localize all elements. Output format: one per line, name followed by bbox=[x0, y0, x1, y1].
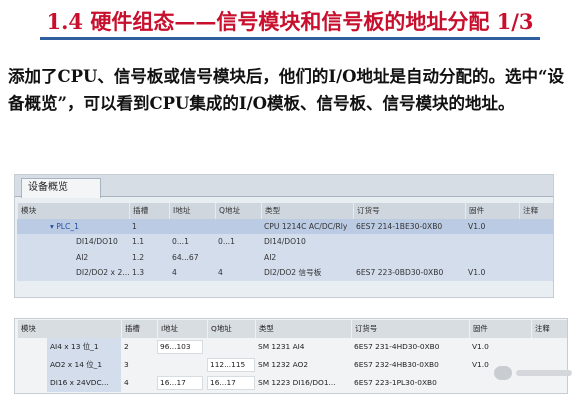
cell-i-address: 0...1 bbox=[172, 237, 189, 246]
cell-q-address bbox=[215, 219, 261, 235]
col-header-order-number[interactable]: 订货号 bbox=[353, 203, 465, 219]
cell-module: DI14/DO10 bbox=[76, 237, 118, 246]
cell-comment bbox=[519, 234, 553, 250]
col-header-slot[interactable]: 插槽 bbox=[121, 320, 155, 338]
table-row-plc[interactable]: ▾ PLC_1 1 CPU 1214C AC/DC/Rly 6ES7 214-1… bbox=[17, 218, 553, 235]
col-header-q-address[interactable]: Q地址 bbox=[207, 320, 255, 338]
table-row[interactable]: AO2 x 14 位_1 3 112...115 SM 1232 AO2 6ES… bbox=[17, 356, 567, 374]
cell-i-address bbox=[157, 356, 203, 374]
cell-comment bbox=[531, 338, 567, 356]
col-header-q-address[interactable]: Q地址 bbox=[215, 203, 261, 219]
cell-q-address: 16...17 bbox=[210, 378, 236, 387]
slide-title: 1.4 硬件组态——信号模块和信号板的地址分配 1/3 bbox=[0, 6, 580, 40]
table-row[interactable]: DI2/DO2 x 2... 1.3 4 4 DI2/DO2 信号板 6ES7 … bbox=[17, 265, 553, 281]
cell-slot: 1 bbox=[132, 221, 137, 231]
cell-firmware: V1.0 bbox=[472, 342, 489, 351]
cell-type: SM 1223 DI16/DO1... bbox=[258, 378, 336, 387]
cell-i-address: 64...67 bbox=[172, 252, 199, 262]
cell-order-number: 6ES7 223-0BD30-0XB0 bbox=[356, 268, 444, 277]
cell-comment bbox=[519, 265, 553, 281]
cell-firmware: V1.0 bbox=[468, 221, 486, 231]
col-header-order-number[interactable]: 订货号 bbox=[351, 320, 469, 338]
cell-type: DI14/DO10 bbox=[264, 237, 306, 246]
cell-module: DI2/DO2 x 2... bbox=[76, 268, 129, 277]
col-header-i-address[interactable]: I地址 bbox=[157, 320, 203, 338]
wechat-icon bbox=[494, 366, 512, 380]
table-header-row: 模块 插槽 I地址 Q地址 类型 订货号 固件 注释 bbox=[17, 320, 567, 338]
cell-q-address: 112...115 bbox=[210, 360, 246, 369]
cell-slot: 1.2 bbox=[132, 252, 145, 262]
device-overview-table: 模块 插槽 I地址 Q地址 类型 订货号 固件 注释 ▾ PLC_1 1 CPU… bbox=[17, 203, 553, 281]
col-header-comment[interactable]: 注释 bbox=[519, 203, 553, 219]
col-header-i-address[interactable]: I地址 bbox=[169, 203, 215, 219]
title-underline bbox=[40, 37, 540, 40]
device-overview-panel: 设备概览 模块 插槽 I地址 Q地址 类型 订货号 固件 注释 ▾ PLC_1 … bbox=[14, 174, 554, 298]
watermark bbox=[494, 364, 574, 384]
col-header-type[interactable]: 类型 bbox=[255, 320, 351, 338]
cell-slot: 4 bbox=[124, 378, 129, 387]
cell-module: DI16 x 24VDC... bbox=[47, 374, 121, 392]
tab-bar: 设备概览 bbox=[15, 175, 553, 198]
table-row[interactable]: DI16 x 24VDC... 4 16...17 16...17 SM 122… bbox=[17, 374, 567, 392]
body-paragraph: 添加了CPU、信号板或信号模块后，他们的I/O地址是自动分配的。选中“设备概览”… bbox=[8, 67, 565, 113]
cell-i-address: 16...17 bbox=[160, 378, 186, 387]
cell-q-address bbox=[207, 338, 255, 356]
cell-q-address: 4 bbox=[218, 268, 223, 277]
cell-slot: 1.3 bbox=[132, 268, 145, 277]
cell-i-address bbox=[169, 219, 215, 235]
tab-device-overview[interactable]: 设备概览 bbox=[21, 178, 101, 198]
col-header-firmware[interactable]: 固件 bbox=[469, 320, 531, 338]
cell-order-number: 6ES7 231-4HD30-0XB0 bbox=[354, 342, 440, 351]
cell-module: AI4 x 13 位_1 bbox=[47, 338, 121, 356]
cell-type: CPU 1214C AC/DC/Rly bbox=[264, 221, 348, 231]
col-header-firmware[interactable]: 固件 bbox=[465, 203, 519, 219]
cell-order-number: 6ES7 232-4HB30-0XB0 bbox=[354, 360, 439, 369]
cell-firmware bbox=[465, 234, 519, 250]
col-header-module[interactable]: 模块 bbox=[17, 203, 89, 219]
cell-order-number bbox=[353, 250, 465, 266]
signal-module-panel: 模块 插槽 I地址 Q地址 类型 订货号 固件 注释 AI4 x 13 位_1 … bbox=[14, 318, 568, 394]
cell-order-number bbox=[353, 234, 465, 250]
cell-firmware bbox=[465, 250, 519, 266]
cell-q-address bbox=[215, 250, 261, 266]
cell-slot: 1.1 bbox=[132, 237, 145, 246]
cell-order-number: 6ES7 214-1BE30-0XB0 bbox=[356, 221, 443, 231]
col-header-slot[interactable]: 插槽 bbox=[129, 203, 169, 219]
table-row[interactable]: DI14/DO10 1.1 0...1 0...1 DI14/DO10 bbox=[17, 234, 553, 250]
cell-comment bbox=[519, 250, 553, 266]
cell-q-address: 0...1 bbox=[218, 237, 235, 246]
cell-firmware: V1.0 bbox=[468, 268, 486, 277]
table-header-row: 模块 插槽 I地址 Q地址 类型 订货号 固件 注释 bbox=[17, 203, 553, 219]
cell-i-address: 96...103 bbox=[160, 342, 191, 351]
table-row[interactable]: AI4 x 13 位_1 2 96...103 SM 1231 AI4 6ES7… bbox=[17, 338, 567, 356]
watermark-blurred-text bbox=[516, 370, 572, 376]
cell-comment bbox=[519, 219, 553, 235]
table-row[interactable]: AI2 1.2 64...67 AI2 bbox=[17, 249, 553, 266]
signal-module-table: 模块 插槽 I地址 Q地址 类型 订货号 固件 注释 AI4 x 13 位_1 … bbox=[17, 320, 567, 392]
cell-type: SM 1232 AO2 bbox=[258, 360, 309, 369]
col-header-type[interactable]: 类型 bbox=[261, 203, 353, 219]
cell-type: SM 1231 AI4 bbox=[258, 342, 305, 351]
cell-i-address: 4 bbox=[172, 268, 177, 277]
cell-order-number: 6ES7 223-1PL30-0XB0 bbox=[354, 378, 437, 387]
slide-title-text: 1.4 硬件组态——信号模块和信号板的地址分配 1/3 bbox=[46, 9, 534, 34]
cell-slot: 2 bbox=[124, 342, 129, 351]
cell-type: AI2 bbox=[264, 252, 277, 262]
col-header-comment[interactable]: 注释 bbox=[531, 320, 567, 338]
cell-slot: 3 bbox=[124, 360, 129, 369]
cell-module: AI2 bbox=[76, 252, 89, 262]
cell-type: DI2/DO2 信号板 bbox=[264, 268, 322, 277]
col-header-module[interactable]: 模块 bbox=[17, 320, 103, 338]
cell-module: AO2 x 14 位_1 bbox=[47, 356, 121, 374]
cell-module: ▾ PLC_1 bbox=[50, 221, 79, 231]
